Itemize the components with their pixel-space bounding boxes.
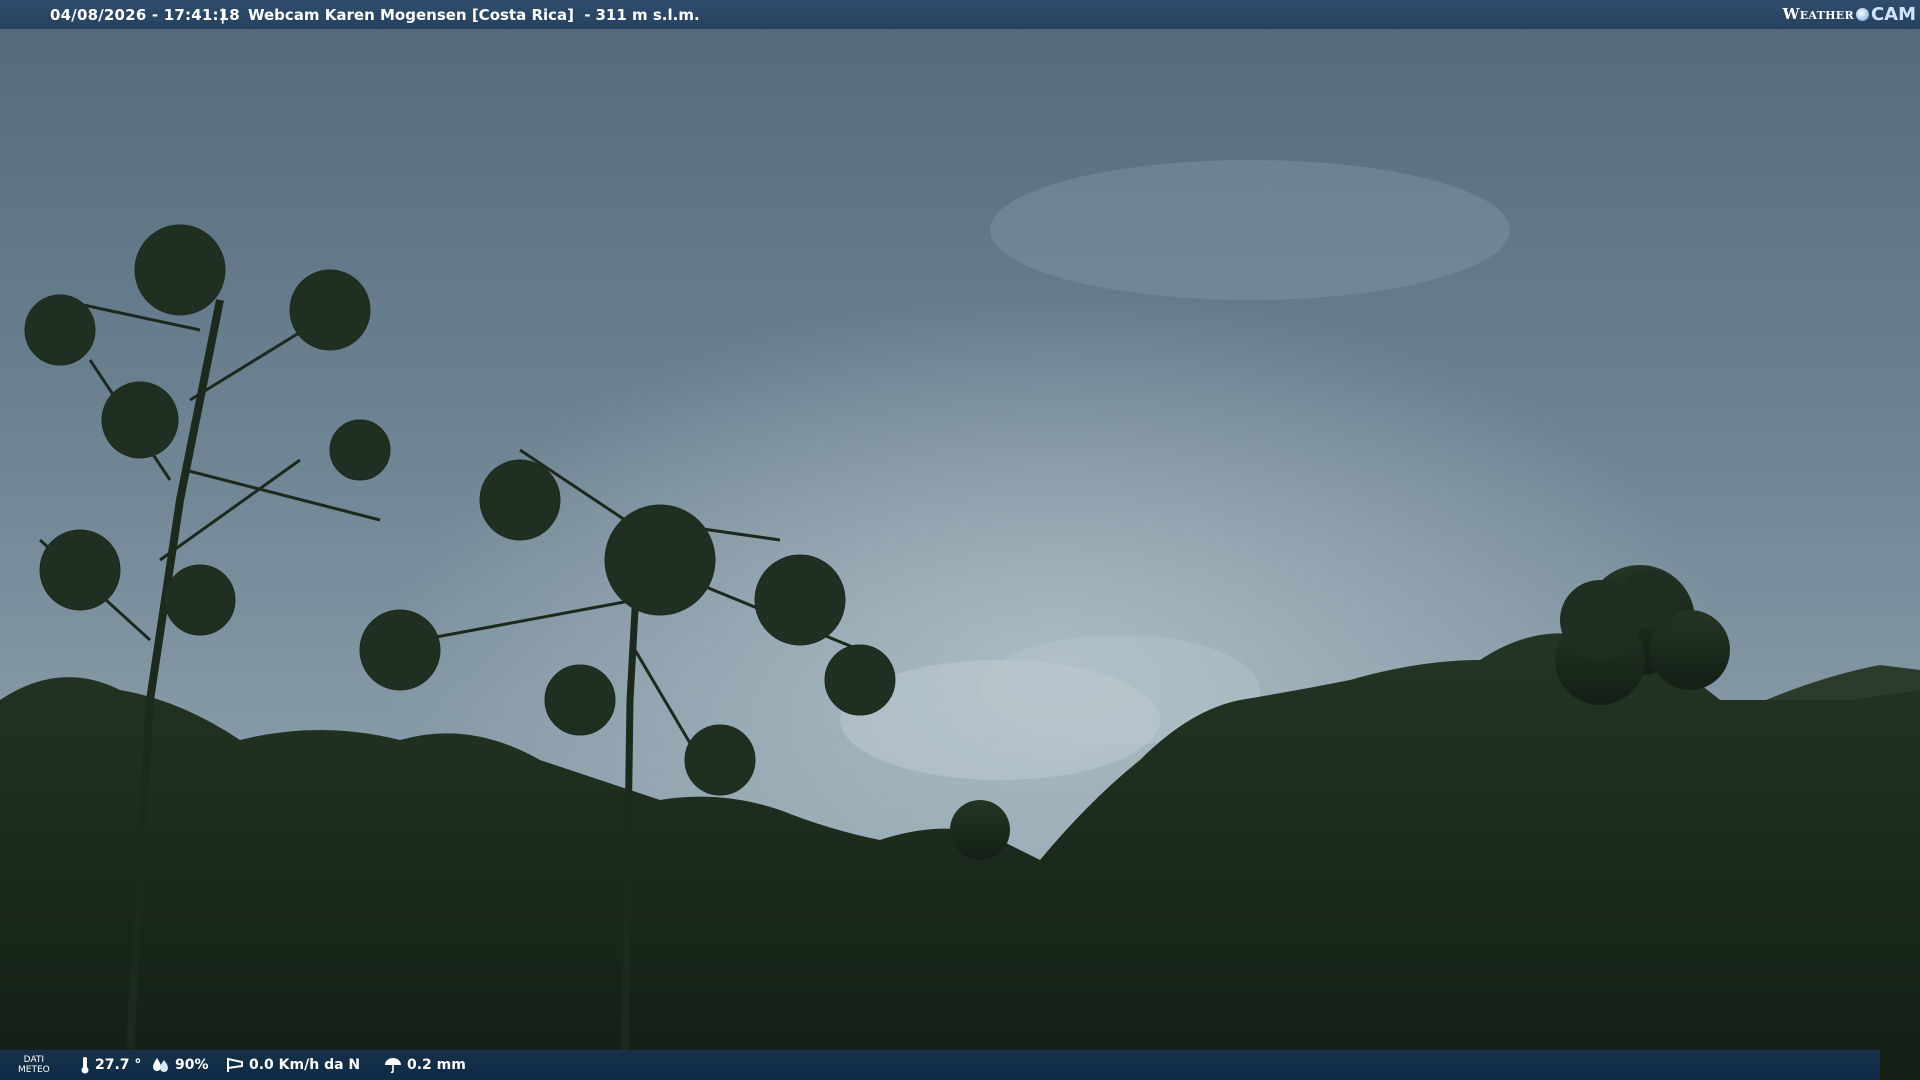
humidity-reading: 90% xyxy=(152,1050,209,1080)
humidity-drops-icon xyxy=(153,1058,168,1072)
umbrella-icon xyxy=(385,1058,401,1073)
meteo-label-line1: DATI xyxy=(23,1055,45,1065)
temperature-value: 27.7 ° xyxy=(95,1057,142,1073)
brand-globe-icon xyxy=(1855,7,1869,21)
meteo-label-line2: METEO xyxy=(18,1065,50,1075)
humidity-value: 90% xyxy=(175,1057,209,1073)
weather-data-bar: DATI METEO 27.7 ° 90% 0.0 Km/h da N 0.2 … xyxy=(0,1050,1880,1080)
rain-value: 0.2 mm xyxy=(407,1057,466,1073)
thermometer-icon xyxy=(81,1057,89,1074)
brand-weather-text: Weather xyxy=(1782,5,1854,23)
wind-sock-icon xyxy=(227,1057,243,1072)
temperature-reading: 27.7 ° xyxy=(80,1050,141,1080)
webcam-altitude: 311 m s.l.m. xyxy=(595,6,700,24)
wind-reading: 0.0 Km/h da N xyxy=(226,1050,360,1080)
webcam-image xyxy=(0,0,1920,1080)
datetime-stamp: 04/08/2026 - 17:41:18 xyxy=(50,6,240,24)
webcam-title: Webcam Karen Mogensen [Costa Rica] -311 … xyxy=(248,6,700,24)
header-separator: | xyxy=(220,6,226,24)
wind-value: 0.0 Km/h da N xyxy=(249,1057,361,1073)
meteo-label: DATI METEO xyxy=(18,1050,50,1080)
webcam-location: Webcam Karen Mogensen [Costa Rica] xyxy=(248,6,575,24)
brand-cam-text: CAM xyxy=(1870,3,1916,25)
webcam-header-bar: 04/08/2026 - 17:41:18 | Webcam Karen Mog… xyxy=(0,0,1920,29)
rain-reading: 0.2 mm xyxy=(384,1050,466,1080)
weathercam-logo: Weather CAM xyxy=(1783,3,1916,25)
